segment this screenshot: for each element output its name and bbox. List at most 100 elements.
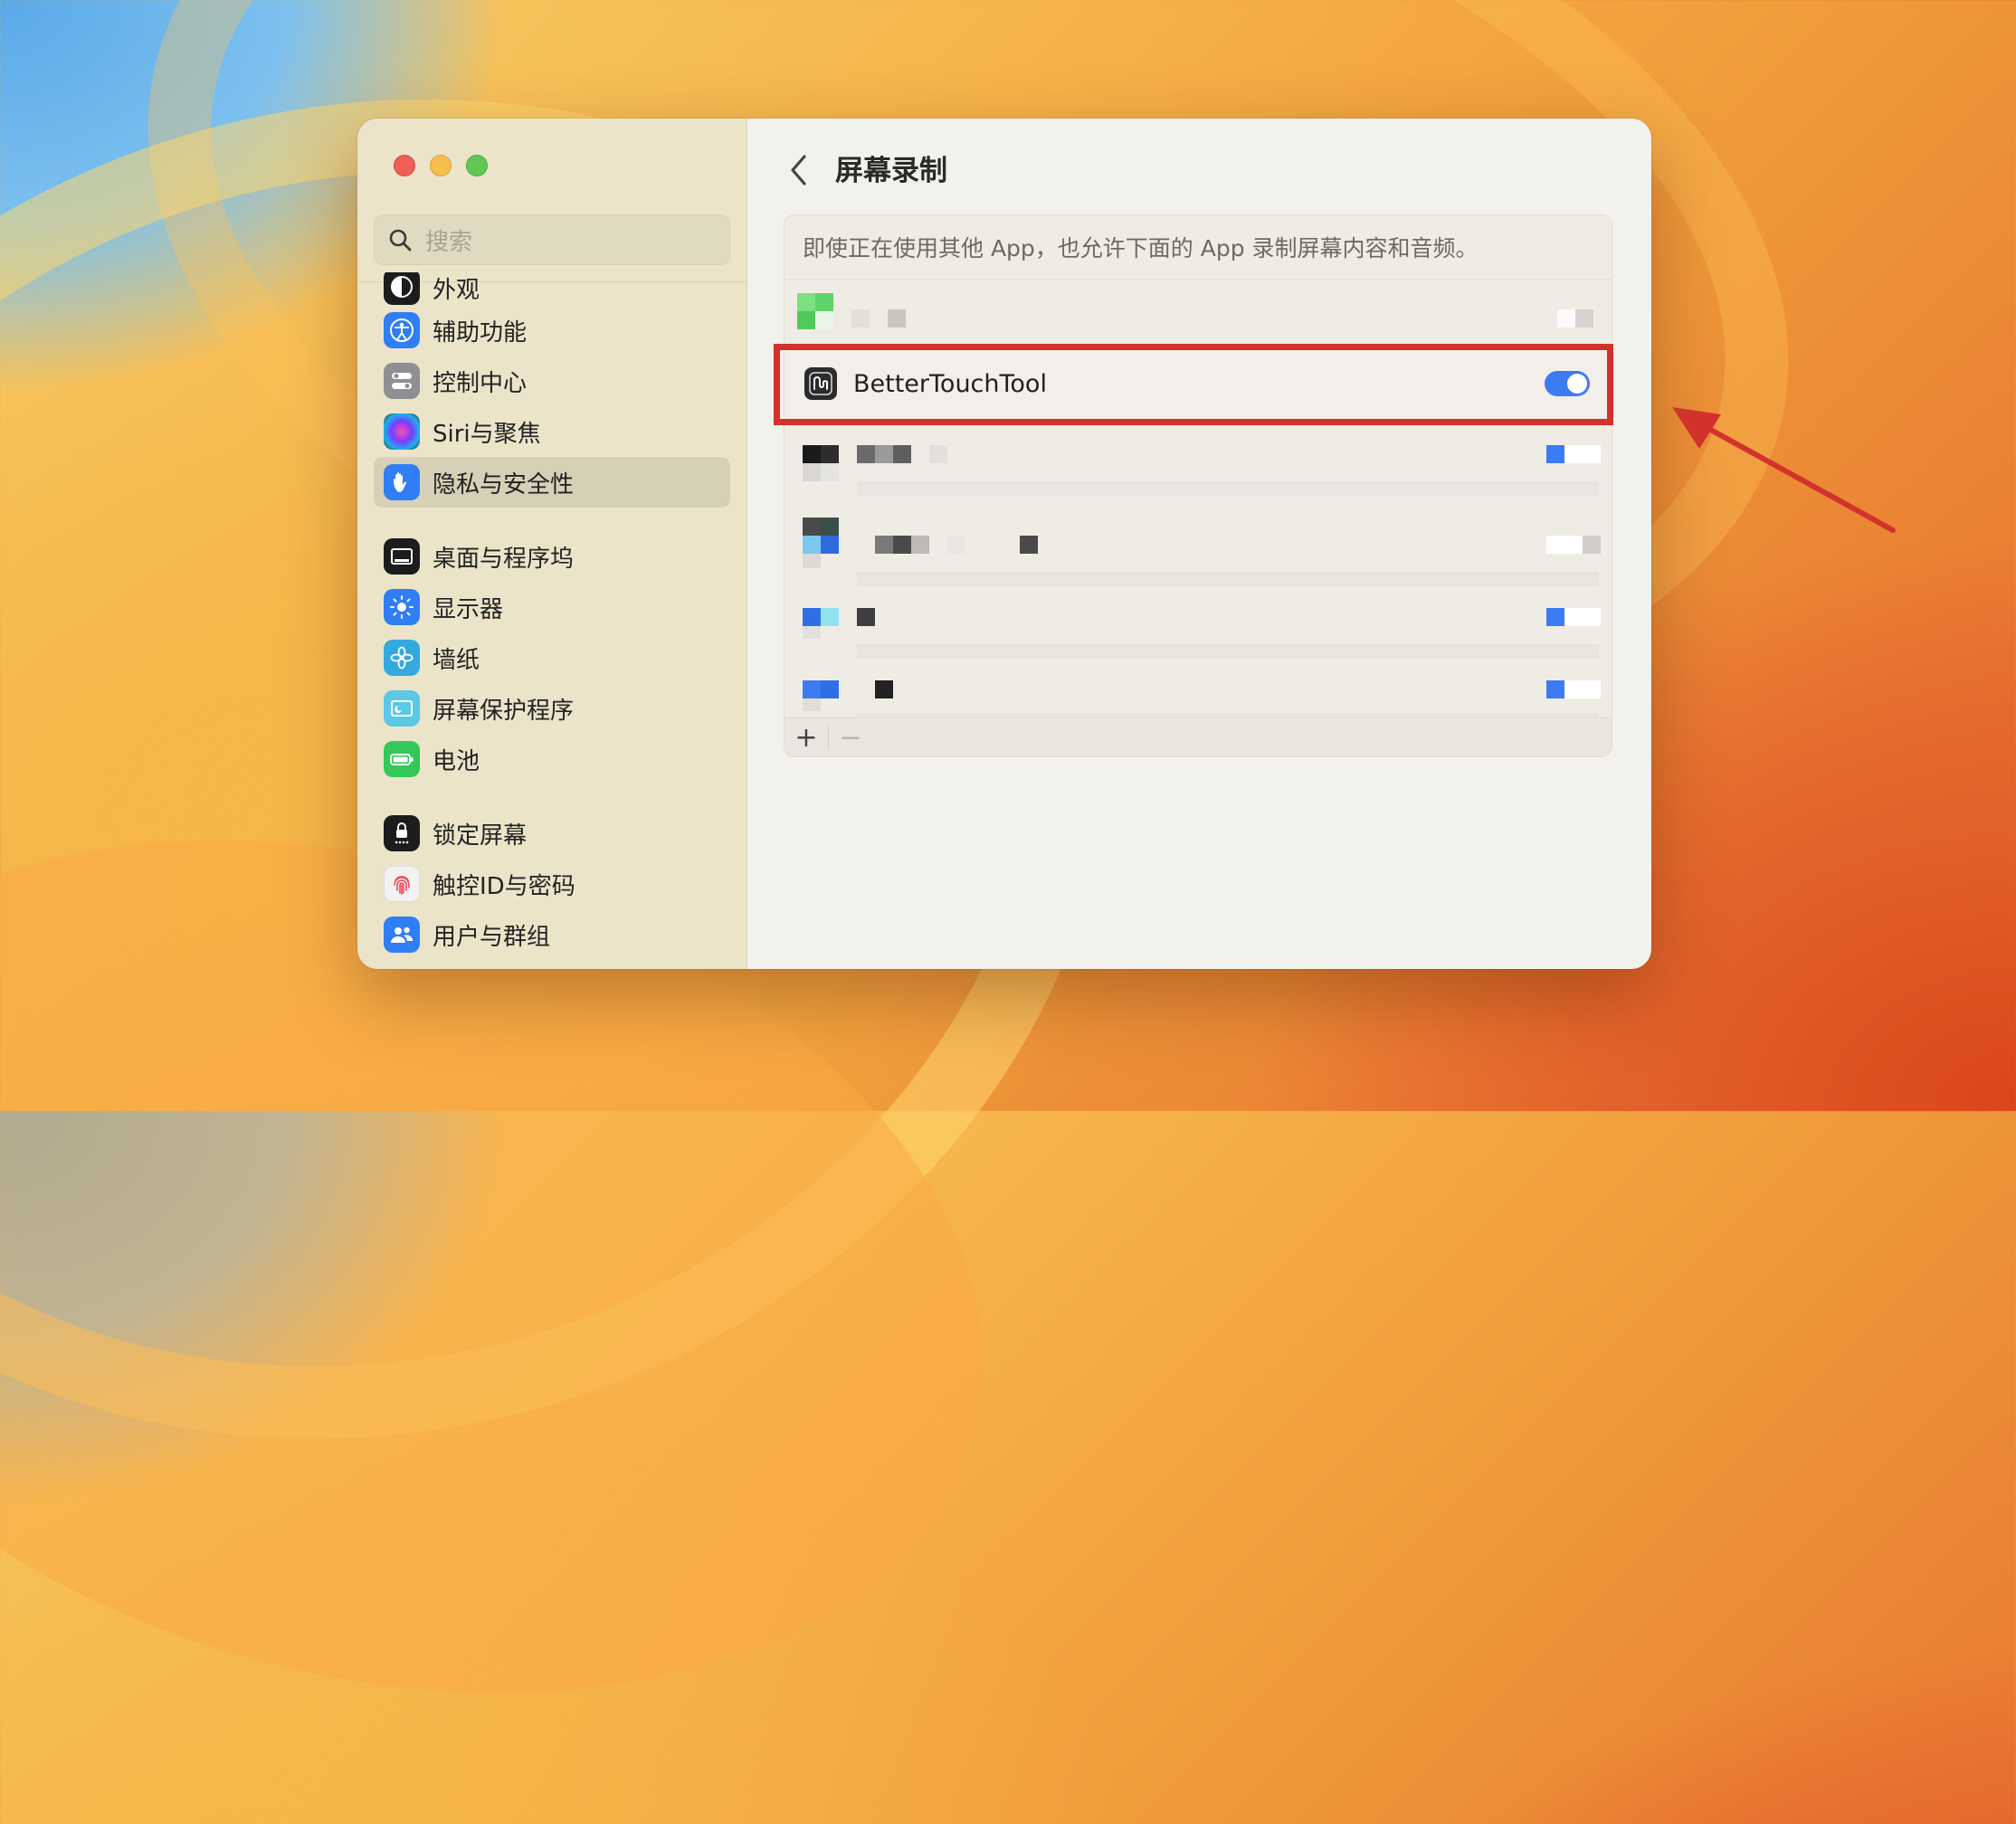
remove-app-button[interactable]: − [829, 718, 872, 756]
wallpaper-icon [384, 640, 420, 676]
accessibility-icon [384, 312, 420, 348]
sidebar-item-desktop-dock[interactable]: 桌面与程序坞 [374, 531, 730, 582]
search-icon [389, 229, 412, 252]
app-icon [821, 536, 839, 554]
display-icon [384, 589, 420, 625]
panel-description: 即使正在使用其他 App，也允许下面的 App 录制屏幕内容和音频。 [785, 215, 1612, 280]
app-icon [797, 293, 815, 311]
sidebar-item-touch-id[interactable]: 触控ID与密码 [374, 859, 730, 909]
app-list-panel: 即使正在使用其他 App，也允许下面的 App 录制屏幕内容和音频。 Bette… [784, 214, 1612, 757]
sidebar-item-siri[interactable]: Siri与聚焦 [374, 406, 730, 457]
toggle[interactable] [1575, 309, 1593, 328]
screensaver-icon [384, 690, 420, 727]
sidebar-item-users-groups[interactable]: 用户与群组 [374, 909, 730, 960]
zoom-button[interactable] [466, 155, 488, 176]
toggle[interactable] [1546, 608, 1564, 626]
sidebar-item-control-center[interactable]: 控制中心 [374, 356, 730, 406]
sidebar-item-accessibility[interactable]: 辅助功能 [374, 305, 730, 356]
row-separator [857, 481, 1599, 496]
sidebar-item-label: 屏幕保护程序 [433, 697, 575, 725]
sidebar-item-screensaver[interactable]: 屏幕保护程序 [374, 683, 730, 734]
annotation-arrow [1672, 407, 1896, 533]
app-icon [803, 698, 821, 711]
panel-footer: + − [785, 717, 1612, 756]
toggle[interactable] [1546, 445, 1564, 463]
app-icon [821, 445, 839, 463]
app-name [875, 680, 893, 698]
row-separator [857, 644, 1599, 659]
sidebar-item-label: 显示器 [433, 595, 504, 623]
app-icon [803, 536, 821, 554]
sidebar-list: 外观 辅助功能 控制中心 Siri与聚焦 隐私与安全性 桌面与程序坞 显示器 墙… [374, 272, 730, 960]
app-name [947, 536, 965, 554]
app-icon [821, 463, 839, 481]
sidebar-item-label: 外观 [433, 277, 480, 304]
appearance-icon [384, 272, 420, 305]
battery-icon [384, 741, 420, 777]
app-icon [803, 445, 821, 463]
sidebar-item-battery[interactable]: 电池 [374, 734, 730, 784]
toggle[interactable] [1564, 680, 1601, 698]
app-icon [803, 680, 821, 698]
app-name [888, 309, 906, 328]
back-button[interactable] [782, 149, 814, 191]
toggle[interactable] [1557, 309, 1575, 328]
sidebar-item-label: 隐私与安全性 [433, 470, 575, 499]
app-icon [815, 293, 833, 311]
sidebar-item-label: Siri与聚焦 [433, 420, 541, 448]
app-name [893, 445, 911, 463]
row-separator [857, 572, 1599, 586]
main-pane: 屏幕录制 即使正在使用其他 App，也允许下面的 App 录制屏幕内容和音频。 [747, 119, 1651, 969]
app-icon [821, 608, 839, 626]
app-icon [821, 680, 839, 698]
toggle[interactable] [1564, 445, 1601, 463]
app-name [875, 536, 893, 554]
toggle[interactable] [1583, 536, 1601, 554]
search-placeholder: 搜索 [425, 228, 473, 256]
settings-window: 搜索 外观 辅助功能 控制中心 Siri与聚焦 隐私与安全性 桌面与程序坞 显示… [357, 119, 1651, 969]
app-name [929, 445, 947, 463]
sidebar-item-appearance[interactable]: 外观 [374, 272, 730, 305]
search-field[interactable]: 搜索 [374, 214, 730, 265]
sidebar-item-wallpaper[interactable]: 墙纸 [374, 632, 730, 683]
app-icon [803, 626, 821, 639]
sidebar-item-label: 桌面与程序坞 [433, 545, 575, 573]
close-button[interactable] [394, 155, 415, 176]
sidebar-item-label: 墙纸 [433, 646, 480, 674]
highlight-box [774, 344, 1613, 425]
list-item[interactable] [785, 432, 1612, 496]
siri-icon [384, 413, 420, 450]
app-icon [803, 608, 821, 626]
app-name [1020, 536, 1038, 554]
app-icon [803, 518, 821, 536]
toggle[interactable] [1546, 680, 1564, 698]
lock-screen-icon [384, 815, 420, 851]
sidebar: 搜索 外观 辅助功能 控制中心 Siri与聚焦 隐私与安全性 桌面与程序坞 显示… [357, 119, 747, 969]
list-item[interactable] [785, 505, 1612, 568]
app-icon [803, 463, 821, 481]
control-center-icon [384, 363, 420, 399]
app-icon [815, 311, 833, 329]
sidebar-item-label: 辅助功能 [433, 318, 528, 347]
add-app-button[interactable]: + [785, 718, 828, 756]
desktop-dock-icon [384, 538, 420, 575]
sidebar-item-label: 触控ID与密码 [433, 872, 575, 900]
sidebar-item-lock-screen[interactable]: 锁定屏幕 [374, 808, 730, 859]
touch-id-icon [384, 866, 420, 902]
privacy-hand-icon [384, 464, 420, 500]
list-item[interactable] [785, 595, 1612, 650]
toggle[interactable] [1564, 608, 1601, 626]
app-name [875, 445, 893, 463]
minimize-button[interactable] [430, 155, 452, 176]
page-title: 屏幕录制 [835, 155, 947, 187]
traffic-lights [394, 155, 488, 176]
sidebar-item-label: 电池 [433, 747, 480, 775]
sidebar-item-displays[interactable]: 显示器 [374, 582, 730, 632]
toggle[interactable] [1546, 536, 1583, 554]
app-name [893, 536, 911, 554]
sidebar-item-privacy[interactable]: 隐私与安全性 [374, 457, 730, 508]
chevron-left-icon [791, 155, 806, 185]
list-item[interactable] [785, 668, 1612, 720]
list-item[interactable] [785, 279, 1612, 342]
app-name [851, 309, 870, 328]
